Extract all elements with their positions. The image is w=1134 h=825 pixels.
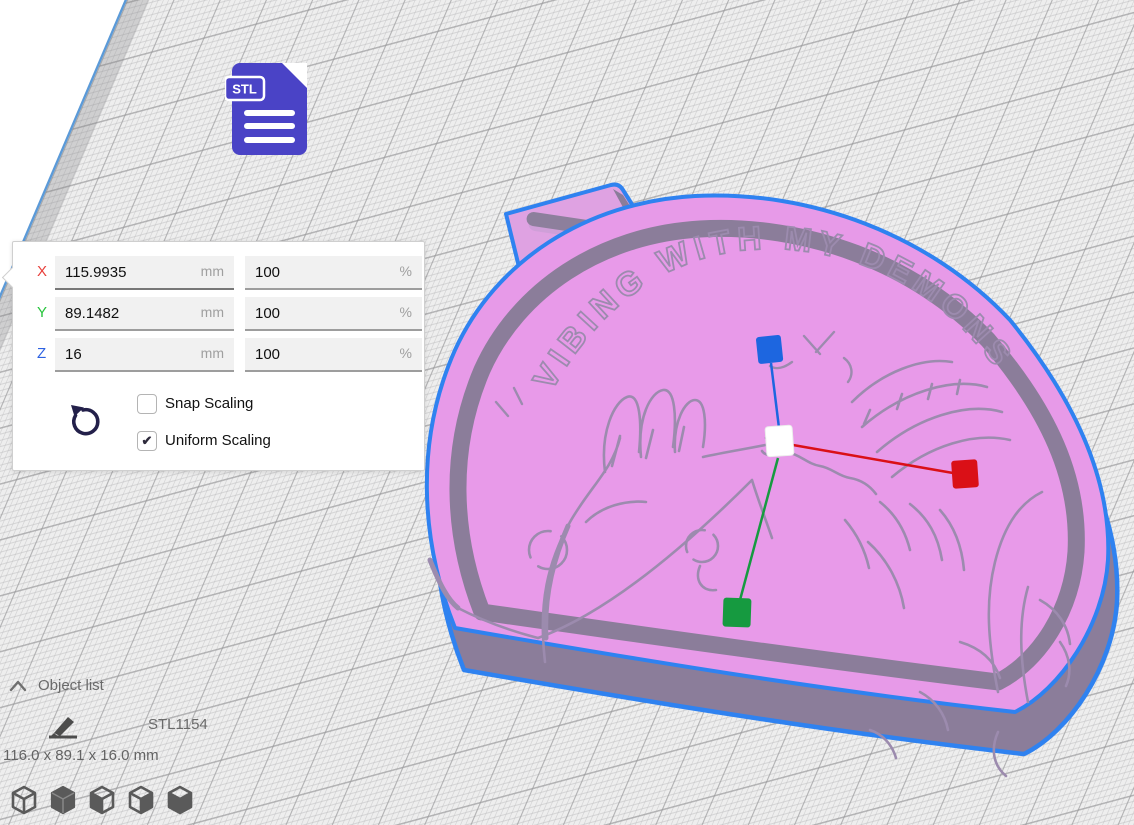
- stl-file-icon[interactable]: STL: [225, 63, 300, 155]
- scale-z-mm-input[interactable]: [65, 338, 190, 370]
- pencil-icon: [46, 714, 82, 740]
- doc-line: [244, 137, 295, 143]
- scale-y-percent-field[interactable]: %: [245, 297, 422, 331]
- y-scale-handle[interactable]: [722, 598, 751, 628]
- scale-z-percent-input[interactable]: [255, 338, 379, 370]
- scale-x-percent-input[interactable]: [255, 256, 379, 288]
- uniform-scaling-checkbox[interactable]: ✔: [137, 431, 157, 451]
- z-scale-handle[interactable]: [756, 335, 784, 364]
- scale-y-mm-input[interactable]: [65, 297, 190, 329]
- x-axis-label: X: [37, 263, 53, 280]
- mm-unit-label: mm: [201, 263, 224, 279]
- object-list-item-name: STL1154: [148, 716, 208, 733]
- scale-x-mm-field[interactable]: mm: [55, 256, 234, 290]
- scale-x-percent-field[interactable]: %: [245, 256, 422, 290]
- view-top-icon[interactable]: [84, 782, 120, 818]
- view-left-icon[interactable]: [123, 782, 159, 818]
- mm-unit-label: mm: [201, 304, 224, 320]
- scale-y-mm-field[interactable]: mm: [55, 297, 234, 331]
- snap-scaling-checkbox[interactable]: [137, 394, 157, 414]
- object-list-title: Object list: [38, 677, 104, 694]
- viewport-3d[interactable]: VIBING WITH MY DEMONS: [0, 0, 1134, 825]
- center-scale-handle[interactable]: [765, 425, 794, 457]
- doc-line: [244, 123, 295, 129]
- z-axis-label: Z: [37, 345, 53, 362]
- scale-z-mm-field[interactable]: mm: [55, 338, 234, 372]
- model-canvas: VIBING WITH MY DEMONS: [400, 170, 1134, 825]
- y-axis-label: Y: [37, 304, 53, 321]
- view-front-icon[interactable]: [45, 782, 81, 818]
- doc-line: [244, 110, 295, 116]
- mm-unit-label: mm: [201, 345, 224, 361]
- chevron-up-icon[interactable]: [8, 679, 28, 693]
- view-right-icon[interactable]: [162, 782, 198, 818]
- scale-tool-panel: X mm % Y mm % Z mm: [12, 241, 425, 471]
- scale-z-percent-field[interactable]: %: [245, 338, 422, 372]
- scale-x-mm-input[interactable]: [65, 256, 190, 288]
- percent-unit-label: %: [400, 304, 412, 320]
- reset-scale-button[interactable]: [67, 402, 105, 440]
- scale-y-percent-input[interactable]: [255, 297, 379, 329]
- view-3d-icon[interactable]: [6, 782, 42, 818]
- uniform-scaling-label: Uniform Scaling: [165, 432, 271, 449]
- percent-unit-label: %: [400, 263, 412, 279]
- x-scale-handle[interactable]: [951, 459, 979, 489]
- camera-view-toolbar: [6, 782, 198, 818]
- snap-scaling-label: Snap Scaling: [165, 395, 253, 412]
- stl-badge-label: STL: [232, 82, 257, 97]
- reset-rotate-ccw-icon: [67, 402, 105, 440]
- percent-unit-label: %: [400, 345, 412, 361]
- selection-dimensions: 116.0 x 89.1 x 16.0 mm: [3, 747, 159, 764]
